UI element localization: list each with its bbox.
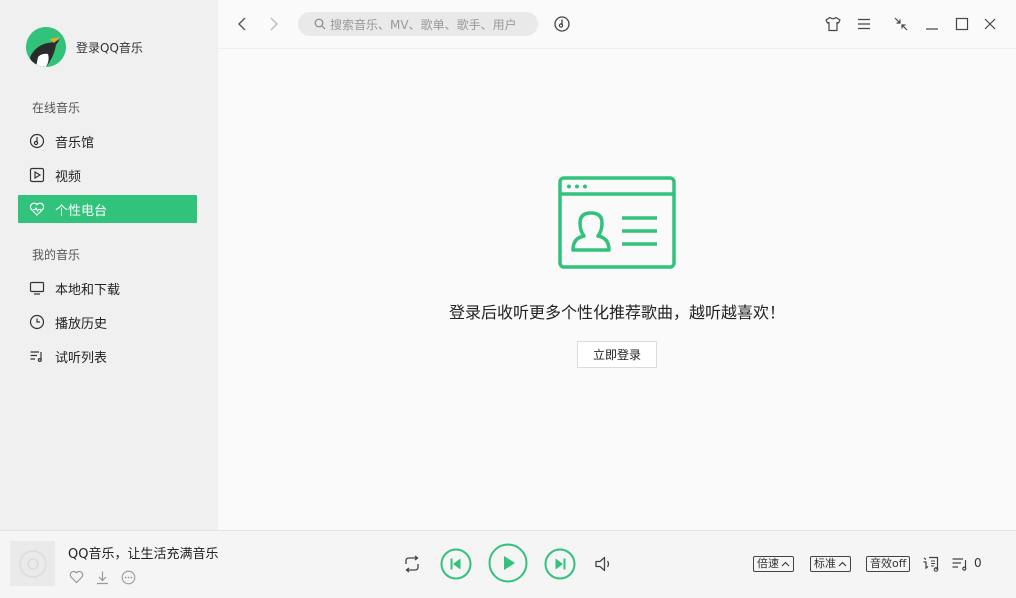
album-cover[interactable]	[10, 541, 55, 586]
heart-icon	[69, 570, 83, 584]
qq-music-window: 登录QQ音乐 在线音乐 音乐馆 视频 个性电台 我的音乐 本地和下载 播放历史 …	[0, 0, 1016, 598]
quality-button[interactable]: 标准	[810, 556, 851, 572]
sidebar-item-personal-radio[interactable]: 个性电台	[18, 195, 197, 223]
playlist-icon	[28, 347, 46, 365]
music-hall-icon	[28, 132, 46, 150]
download-icon	[96, 571, 108, 584]
login-promo-text: 登录后收听更多个性化推荐歌曲，越听越喜欢！	[448, 303, 785, 322]
player-bar: QQ音乐，让生活充满音乐 倍速 标准 音效off 0	[0, 530, 1016, 598]
play-button[interactable]	[488, 543, 528, 583]
quality-label: 标准	[814, 557, 836, 570]
sidebar-item-label: 视频	[55, 169, 82, 185]
previous-button[interactable]	[440, 548, 472, 580]
user-login[interactable]: 登录QQ音乐	[26, 26, 143, 68]
next-button[interactable]	[544, 548, 576, 580]
disc-icon	[18, 549, 47, 578]
song-title: QQ音乐，让生活充满音乐	[68, 547, 219, 562]
more-icon	[121, 570, 135, 584]
sidebar: 登录QQ音乐 在线音乐 音乐馆 视频 个性电台 我的音乐 本地和下载 播放历史 …	[0, 0, 218, 530]
sidebar-item-listen-list[interactable]: 试听列表	[18, 342, 197, 370]
heart-radio-icon	[28, 200, 46, 218]
previous-icon	[440, 548, 472, 580]
chevron-up-icon	[838, 561, 847, 567]
profile-card-icon	[558, 176, 676, 269]
sidebar-item-label: 音乐馆	[55, 135, 95, 151]
repeat-icon	[405, 555, 419, 573]
sidebar-item-label: 播放历史	[55, 316, 108, 332]
sidebar-item-music-hall[interactable]: 音乐馆	[18, 127, 197, 155]
sound-effect-label: 音效off	[870, 557, 907, 570]
like-button[interactable]	[68, 569, 84, 585]
login-now-button[interactable]: 立即登录	[577, 341, 657, 368]
sound-effect-button[interactable]: 音效off	[866, 556, 911, 572]
avatar[interactable]	[26, 27, 66, 67]
sidebar-item-label: 试听列表	[55, 350, 108, 366]
more-button[interactable]	[120, 569, 136, 585]
lyrics-icon	[923, 556, 939, 572]
online-music-title: 在线音乐	[32, 101, 81, 115]
clock-icon	[28, 313, 46, 331]
main-content: 搜索音乐、MV、歌单、歌手、用户 登录后收听更多个性化推荐歌曲，越听越喜欢！ 立…	[218, 0, 1016, 530]
playlist-count: 0	[974, 556, 982, 570]
monitor-icon	[28, 279, 46, 297]
volume-icon	[595, 556, 610, 572]
sidebar-item-history[interactable]: 播放历史	[18, 308, 197, 336]
sidebar-item-video[interactable]: 视频	[18, 161, 197, 189]
video-icon	[28, 166, 46, 184]
sidebar-item-label: 本地和下载	[55, 282, 121, 298]
lyrics-button[interactable]	[921, 554, 941, 574]
repeat-mode-button[interactable]	[401, 553, 423, 575]
download-button[interactable]	[94, 569, 110, 585]
sidebar-item-label: 个性电台	[55, 203, 108, 219]
speed-label: 倍速	[757, 557, 779, 570]
playlist-queue-icon	[952, 558, 967, 571]
next-icon	[544, 548, 576, 580]
my-music-title: 我的音乐	[32, 248, 81, 262]
login-label[interactable]: 登录QQ音乐	[76, 39, 143, 56]
login-prompt: 登录后收听更多个性化推荐歌曲，越听越喜欢！ 立即登录	[218, 0, 1016, 530]
volume-button[interactable]	[593, 553, 615, 575]
speed-button[interactable]: 倍速	[753, 556, 794, 572]
play-icon	[488, 543, 528, 583]
chevron-up-icon	[781, 561, 790, 567]
sidebar-item-local-download[interactable]: 本地和下载	[18, 274, 197, 302]
playlist-button[interactable]	[950, 554, 970, 574]
